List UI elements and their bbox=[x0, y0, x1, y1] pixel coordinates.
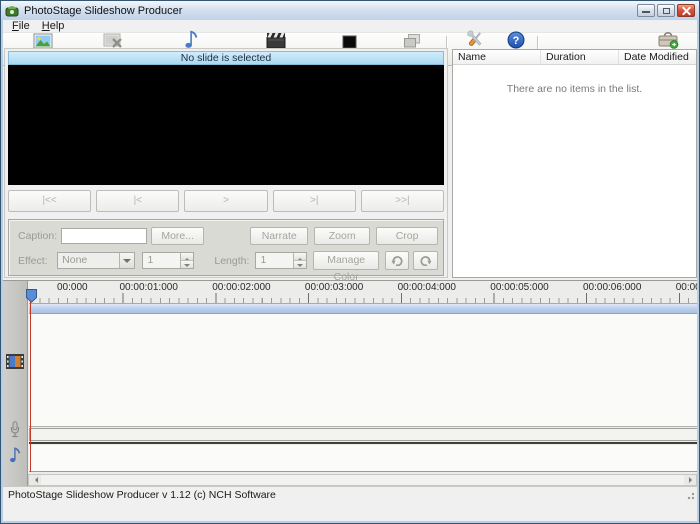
go-last-button[interactable]: >>| bbox=[360, 190, 445, 212]
music-track-lane[interactable] bbox=[29, 445, 697, 472]
length-value: 1 bbox=[260, 254, 267, 266]
window-controls bbox=[637, 4, 695, 17]
maximize-icon bbox=[663, 8, 670, 14]
video-track-lane[interactable] bbox=[29, 314, 697, 427]
play-button[interactable]: > bbox=[184, 190, 268, 212]
zoom-button[interactable]: Zoom bbox=[314, 227, 371, 245]
rotate-right-icon bbox=[420, 256, 432, 266]
media-list-panel: Name Duration Date Modified There are no… bbox=[452, 49, 697, 278]
maximize-button[interactable] bbox=[657, 4, 675, 17]
timeline: 00:000 00:00:01:000 00:00:02:000 00:00:0… bbox=[3, 280, 697, 486]
spin-down-button[interactable] bbox=[294, 260, 307, 268]
spin-down-button[interactable] bbox=[181, 260, 194, 268]
spin-up-button[interactable] bbox=[181, 253, 194, 261]
ruler-label: 00:00:01:000 bbox=[119, 282, 178, 293]
manage-color-button[interactable]: Manage Color bbox=[313, 251, 379, 283]
playhead-marker[interactable] bbox=[26, 289, 37, 303]
spin-up-button[interactable] bbox=[294, 253, 307, 261]
previous-button[interactable]: |< bbox=[96, 190, 180, 212]
window-title: PhotoStage Slideshow Producer bbox=[24, 4, 183, 17]
effect-label: Effect: bbox=[18, 254, 48, 267]
clapperboard-icon bbox=[266, 32, 286, 49]
close-button[interactable] bbox=[677, 4, 695, 17]
list-header: Name Duration Date Modified bbox=[453, 50, 696, 65]
scroll-left-icon[interactable] bbox=[29, 475, 41, 485]
timeline-ruler[interactable]: 00:000 00:00:01:000 00:00:02:000 00:00:0… bbox=[29, 282, 697, 293]
rotate-left-button[interactable] bbox=[384, 251, 410, 270]
more-button[interactable]: More... bbox=[151, 227, 205, 245]
status-bar: PhotoStage Slideshow Producer v 1.12 (c)… bbox=[3, 486, 697, 502]
music-track-icon bbox=[10, 447, 21, 463]
scroll-right-icon[interactable] bbox=[684, 475, 696, 485]
rotate-right-button[interactable] bbox=[413, 251, 438, 270]
microphone-icon bbox=[10, 421, 20, 438]
column-date-modified[interactable]: Date Modified bbox=[619, 50, 696, 64]
timeline-seek-band[interactable] bbox=[29, 303, 697, 314]
delete-slides-icon bbox=[103, 33, 123, 49]
resize-grip[interactable] bbox=[685, 490, 695, 500]
slide-preview-screen[interactable] bbox=[8, 65, 444, 185]
next-button[interactable]: >| bbox=[272, 190, 356, 212]
playhead-line[interactable] bbox=[30, 293, 31, 472]
svg-text:?: ? bbox=[513, 35, 520, 47]
music-note-icon bbox=[184, 30, 199, 49]
timeline-ticks[interactable] bbox=[29, 293, 697, 303]
go-first-button[interactable]: |<< bbox=[8, 190, 92, 212]
ruler-label: 00:00:07:000 bbox=[675, 282, 697, 293]
insert-slides-icon bbox=[33, 33, 53, 49]
length-label: Length: bbox=[214, 254, 250, 267]
toolbox-icon bbox=[657, 31, 679, 49]
menu-file[interactable]: File bbox=[7, 20, 35, 32]
effect-repeat-value: 1 bbox=[147, 254, 154, 266]
ruler-label: 00:00:02:000 bbox=[212, 282, 271, 293]
column-name[interactable]: Name bbox=[453, 50, 541, 64]
minimize-icon bbox=[642, 11, 650, 13]
narrate-button[interactable]: Narrate bbox=[250, 227, 309, 245]
preview-panel: No slide is selected |<< |< > >| >>| Cap… bbox=[4, 48, 448, 283]
length-spinner[interactable]: 1 bbox=[255, 252, 308, 269]
track-divider bbox=[29, 442, 697, 444]
track-icon-strip bbox=[3, 281, 28, 486]
rotate-left-icon bbox=[391, 256, 403, 266]
copy-slide-icon bbox=[403, 33, 421, 49]
crop-button[interactable]: Crop bbox=[376, 227, 438, 245]
timeline-scrollbar[interactable] bbox=[28, 474, 697, 486]
blank-slide-icon bbox=[342, 35, 357, 49]
effect-repeat-spinner[interactable]: 1 bbox=[142, 252, 195, 269]
ruler-label: 00:00:03:000 bbox=[304, 282, 364, 293]
video-track-icon bbox=[6, 354, 24, 369]
effect-dropdown[interactable]: None bbox=[57, 252, 136, 269]
title-bar[interactable]: PhotoStage Slideshow Producer bbox=[1, 1, 699, 20]
ruler-label: 00:00:04:000 bbox=[397, 282, 456, 293]
narration-track-lane[interactable] bbox=[29, 428, 697, 441]
ruler-label: 00:00:05:000 bbox=[490, 282, 549, 293]
caption-label: Caption: bbox=[18, 230, 58, 242]
slide-controls-panel: Caption: More... Narrate Zoom Crop Effec… bbox=[8, 219, 444, 283]
menu-help[interactable]: Help bbox=[37, 20, 70, 32]
transport-controls: |<< |< > >| >>| bbox=[8, 190, 445, 212]
column-duration[interactable]: Duration bbox=[541, 50, 619, 64]
menu-bar: File Help bbox=[3, 20, 697, 32]
minimize-button[interactable] bbox=[637, 4, 655, 17]
tools-icon bbox=[465, 30, 485, 49]
status-text: PhotoStage Slideshow Producer v 1.12 (c)… bbox=[8, 489, 276, 501]
help-icon: ? bbox=[507, 31, 525, 49]
app-window: PhotoStage Slideshow Producer File Help … bbox=[0, 0, 700, 524]
ruler-label: 00:00:06:000 bbox=[582, 282, 642, 293]
ruler-label: 00:000 bbox=[57, 282, 88, 293]
app-icon bbox=[5, 6, 19, 17]
effect-value: None bbox=[62, 254, 88, 266]
empty-list-message: There are no items in the list. bbox=[506, 83, 643, 95]
caption-input[interactable] bbox=[61, 228, 148, 244]
chevron-down-icon[interactable] bbox=[119, 253, 135, 268]
slide-status-header: No slide is selected bbox=[8, 51, 444, 65]
